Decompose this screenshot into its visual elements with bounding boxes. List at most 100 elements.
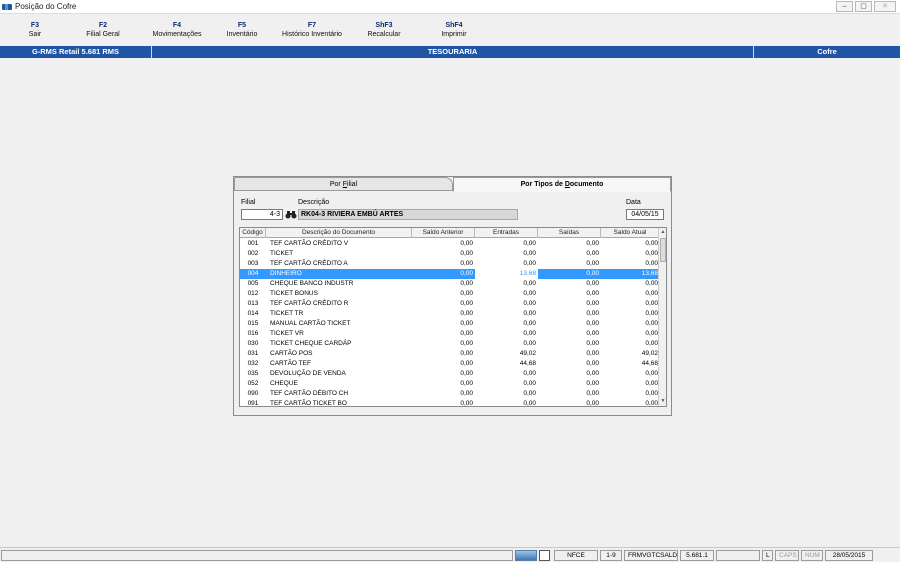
clipboard-icon (539, 549, 550, 561)
cell-codigo: 012 (247, 290, 259, 297)
cell-saldo-atual: 49,02 (641, 350, 658, 357)
cell-saldo-anterior: 0,00 (460, 360, 473, 367)
cell-entradas: 0,00 (523, 250, 536, 257)
binoculars-icon[interactable] (285, 210, 297, 219)
table-row[interactable]: 012 TICKET BONUS 0,00 0,00 0,00 0,00 (240, 289, 660, 299)
cell-saidas: 0,00 (586, 370, 599, 377)
table-row[interactable]: 004 DINHEIRO 0,00 13,68 0,00 13,68 (240, 269, 660, 279)
status-message (1, 549, 513, 561)
cell-saldo-atual: 0,00 (645, 280, 658, 287)
recalcular-button[interactable]: ShF3 Recalcular (350, 16, 418, 44)
cell-descricao: TEF CARTÃO DÉBITO CH (270, 390, 349, 397)
sair-button[interactable]: F3 Sair (8, 16, 62, 44)
cell-descricao: MANUAL CARTÃO TICKET (270, 320, 351, 327)
cell-saldo-anterior: 0,00 (460, 240, 473, 247)
cell-saidas: 0,00 (586, 290, 599, 297)
historico-inventario-button[interactable]: F7 Histórico Inventário (274, 16, 350, 44)
tab-strip: Por Filial Por Tipos de Documento (234, 177, 671, 192)
cell-saldo-anterior: 0,00 (460, 370, 473, 377)
tab-por-filial[interactable]: Por Filial (234, 177, 453, 191)
cell-entradas: 44,68 (519, 360, 536, 367)
scroll-up-icon[interactable]: ▲ (659, 228, 666, 237)
cell-entradas: 0,00 (523, 280, 536, 287)
col-header[interactable]: Descrição do Documento (266, 228, 412, 238)
status-range: 1-9 (600, 549, 622, 561)
cell-codigo: 014 (247, 310, 259, 317)
cell-saidas: 0,00 (586, 250, 599, 257)
window-controls: – ▢ ✕ (836, 1, 896, 12)
cell-saidas: 0,00 (586, 270, 599, 277)
status-bar: NFCE 1-9 FRMVGTCSALD 5.681.1 L CAPS NUM … (0, 547, 900, 562)
table-row[interactable]: 052 CHEQUE 0,00 0,00 0,00 0,00 (240, 379, 660, 389)
cell-saldo-atual: 0,00 (645, 380, 658, 387)
app-icon (2, 3, 12, 10)
table-row[interactable]: 001 TEF CARTÃO CRÉDITO V 0,00 0,00 0,00 0,00 (240, 239, 660, 249)
table-row[interactable]: 090 TEF CARTÃO DÉBITO CH 0,00 0,00 0,00 0,00 (240, 389, 660, 399)
button-label: Imprimir (441, 31, 467, 38)
table-row[interactable]: 016 TICKET VR 0,00 0,00 0,00 0,00 (240, 329, 660, 339)
table-row[interactable]: 002 TICKET 0,00 0,00 0,00 0,00 (240, 249, 660, 259)
status-empty (716, 549, 760, 561)
table-row[interactable]: 013 TEF CARTÃO CRÉDITO R 0,00 0,00 0,00 0,00 (240, 299, 660, 309)
scroll-down-icon[interactable]: ▼ (659, 397, 666, 406)
table-row[interactable]: 003 TEF CARTÃO CRÉDITO A 0,00 0,00 0,00 0,00 (240, 259, 660, 269)
col-header[interactable]: Código (240, 228, 266, 238)
status-l: L (762, 549, 773, 561)
cell-saldo-atual: 0,00 (645, 390, 658, 397)
minimize-icon[interactable]: – (836, 1, 853, 12)
cell-saldo-atual: 0,00 (645, 310, 658, 317)
table-row[interactable]: 035 DEVOLUÇÃO DE VENDA 0,00 0,00 0,00 0,00 (240, 369, 660, 379)
cell-descricao: CARTÃO POS (270, 350, 313, 357)
col-header[interactable]: Saldo Atual (601, 228, 660, 238)
imprimir-button[interactable]: ShF4 Imprimir (418, 16, 490, 44)
data-input[interactable]: 04/05/15 (626, 209, 664, 220)
cell-codigo: 091 (247, 400, 259, 407)
table-row[interactable]: 014 TICKET TR 0,00 0,00 0,00 0,00 (240, 309, 660, 319)
cell-entradas: 0,00 (523, 370, 536, 377)
col-header[interactable]: Saídas (538, 228, 601, 238)
table-row[interactable]: 015 MANUAL CARTÃO TICKET 0,00 0,00 0,00 0,00 (240, 319, 660, 329)
table-row[interactable]: 030 TICKET CHEQUE CARDÁP 0,00 0,00 0,00 0,00 (240, 339, 660, 349)
close-icon[interactable]: ✕ (874, 1, 896, 12)
filial-geral-button[interactable]: F2 Filial Geral (62, 16, 144, 44)
cell-descricao: CARTÃO TEF (270, 360, 311, 367)
system-header-bar: G-RMS Retail 5.681 RMS TESOURARIA Cofre (0, 46, 900, 58)
tab-por-tipos-documento[interactable]: Por Tipos de Documento (453, 177, 671, 192)
cell-saidas: 0,00 (586, 380, 599, 387)
cell-saidas: 0,00 (586, 360, 599, 367)
table-row[interactable]: 032 CARTÃO TEF 0,00 44,68 0,00 44,68 (240, 359, 660, 369)
vertical-scrollbar[interactable]: ▲ ▼ (658, 228, 666, 406)
cell-descricao: TICKET CHEQUE CARDÁP (270, 340, 352, 347)
cell-codigo: 052 (247, 380, 259, 387)
button-label: Filial Geral (86, 31, 120, 38)
cell-saidas: 0,00 (586, 240, 599, 247)
grid-header: Código Descrição do Documento Saldo Ante… (240, 228, 660, 238)
inventario-button[interactable]: F5 Inventário (210, 16, 274, 44)
maximize-icon[interactable]: ▢ (855, 1, 872, 12)
cell-entradas: 0,00 (523, 300, 536, 307)
button-label: Recalcular (367, 31, 401, 38)
movimentacoes-button[interactable]: F4 Movimentações (144, 16, 210, 44)
col-header[interactable]: Entradas (475, 228, 538, 238)
filial-input[interactable]: 4-3 (241, 209, 283, 220)
module-name: TESOURARIA (152, 46, 754, 58)
descricao-label: Descrição (298, 199, 330, 206)
cell-saldo-anterior: 0,00 (460, 340, 473, 347)
table-row[interactable]: 091 TEF CARTÃO TICKET BO 0,00 0,00 0,00 0,00 (240, 399, 660, 407)
cell-entradas: 0,00 (523, 290, 536, 297)
cell-saldo-atual: 0,00 (645, 400, 658, 407)
cell-codigo: 004 (247, 270, 259, 277)
cell-saldo-atual: 0,00 (645, 330, 658, 337)
cell-saidas: 0,00 (586, 320, 599, 327)
col-header[interactable]: Saldo Anterior (412, 228, 475, 238)
cell-saldo-atual: 0,00 (645, 290, 658, 297)
cofre-panel: Por Filial Por Tipos de Documento Filial… (233, 176, 672, 416)
scroll-thumb[interactable] (660, 238, 666, 262)
table-row[interactable]: 005 CHEQUE BANCO INDUSTR 0,00 0,00 0,00 0,00 (240, 279, 660, 289)
cell-saldo-anterior: 0,00 (460, 380, 473, 387)
cell-saldo-anterior: 0,00 (460, 290, 473, 297)
cell-entradas: 0,00 (523, 340, 536, 347)
cell-codigo: 032 (247, 360, 259, 367)
table-row[interactable]: 031 CARTÃO POS 0,00 49,02 0,00 49,02 (240, 349, 660, 359)
cell-saldo-anterior: 0,00 (460, 400, 473, 407)
